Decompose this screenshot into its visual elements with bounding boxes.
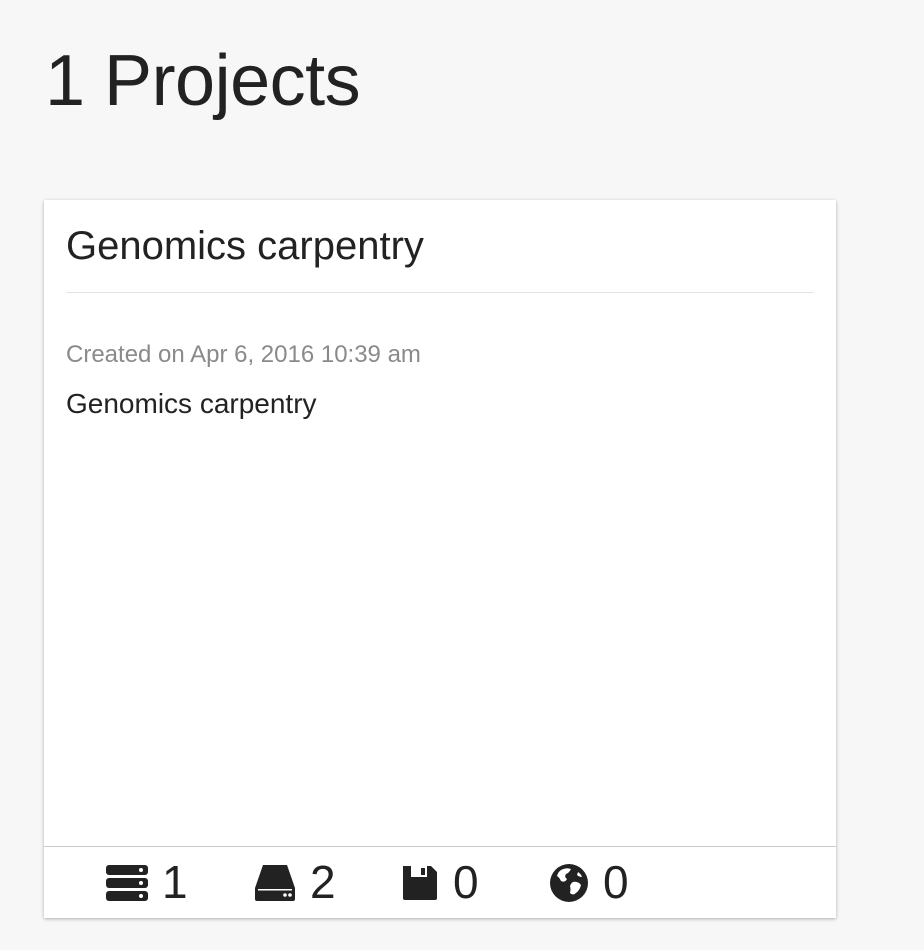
images-count: 0 bbox=[453, 856, 479, 908]
links-count: 0 bbox=[603, 856, 629, 908]
links-count-stat[interactable]: 0 bbox=[549, 847, 629, 918]
images-count-stat[interactable]: 0 bbox=[401, 847, 479, 918]
project-description: Genomics carpentry bbox=[66, 388, 317, 419]
globe-icon bbox=[549, 863, 589, 903]
instances-count-stat[interactable]: 1 bbox=[106, 847, 188, 918]
project-card[interactable]: Genomics carpentry Created on Apr 6, 201… bbox=[44, 200, 836, 918]
hard-drive-icon bbox=[254, 864, 296, 902]
floppy-disk-icon bbox=[401, 864, 439, 902]
project-title[interactable]: Genomics carpentry bbox=[66, 220, 424, 272]
project-resource-summary: 1 2 0 0 bbox=[44, 846, 836, 918]
server-stack-icon bbox=[106, 864, 148, 902]
project-created-date: Created on Apr 6, 2016 10:39 am bbox=[66, 341, 421, 368]
page-title: 1 Projects bbox=[45, 41, 361, 121]
volumes-count: 2 bbox=[310, 856, 336, 908]
volumes-count-stat[interactable]: 2 bbox=[254, 847, 336, 918]
instances-count: 1 bbox=[162, 856, 188, 908]
card-divider bbox=[66, 292, 814, 293]
